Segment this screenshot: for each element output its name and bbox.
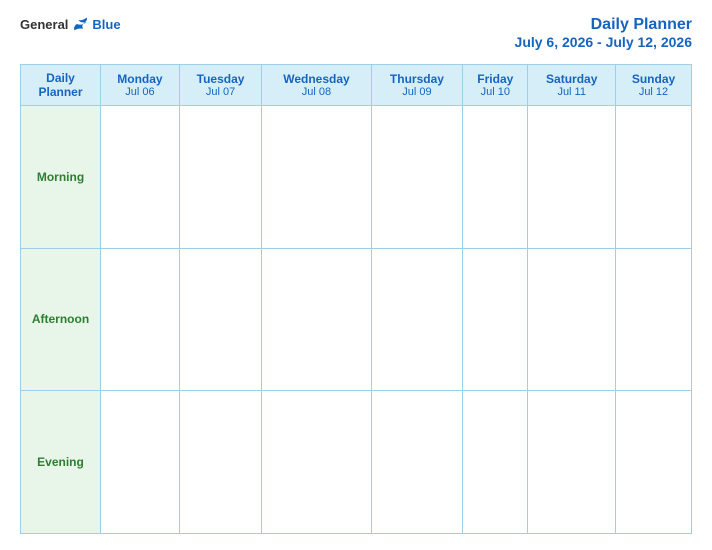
afternoon-tuesday[interactable] <box>179 248 261 391</box>
table-header-row: Daily Planner Monday Jul 06 Tuesday Jul … <box>21 65 692 106</box>
first-col-line2: Planner <box>25 85 96 99</box>
evening-label: Evening <box>21 391 101 534</box>
first-col-line1: Daily <box>25 71 96 85</box>
afternoon-label: Afternoon <box>21 248 101 391</box>
morning-sunday[interactable] <box>616 106 692 249</box>
table-header-first-col: Daily Planner <box>21 65 101 106</box>
table-row-evening: Evening <box>21 391 692 534</box>
evening-monday[interactable] <box>101 391 180 534</box>
evening-friday[interactable] <box>463 391 528 534</box>
col-header-sunday: Sunday Jul 12 <box>616 65 692 106</box>
logo-bird-icon <box>70 16 90 32</box>
logo: General Blue <box>20 16 121 32</box>
table-row-afternoon: Afternoon <box>21 248 692 391</box>
page-header: General Blue Daily Planner July 6, 2026 … <box>20 16 692 52</box>
morning-thursday[interactable] <box>371 106 462 249</box>
afternoon-saturday[interactable] <box>528 248 616 391</box>
evening-tuesday[interactable] <box>179 391 261 534</box>
afternoon-friday[interactable] <box>463 248 528 391</box>
evening-sunday[interactable] <box>616 391 692 534</box>
col-header-monday: Monday Jul 06 <box>101 65 180 106</box>
logo-blue-text: Blue <box>92 17 120 32</box>
date-range: July 6, 2026 - July 12, 2026 <box>515 34 692 50</box>
afternoon-thursday[interactable] <box>371 248 462 391</box>
morning-friday[interactable] <box>463 106 528 249</box>
afternoon-wednesday[interactable] <box>262 248 371 391</box>
col-header-tuesday: Tuesday Jul 07 <box>179 65 261 106</box>
afternoon-sunday[interactable] <box>616 248 692 391</box>
page-title: Daily Planner <box>591 16 692 33</box>
morning-wednesday[interactable] <box>262 106 371 249</box>
evening-saturday[interactable] <box>528 391 616 534</box>
planner-table: Daily Planner Monday Jul 06 Tuesday Jul … <box>20 64 692 534</box>
morning-label: Morning <box>21 106 101 249</box>
evening-thursday[interactable] <box>371 391 462 534</box>
col-header-thursday: Thursday Jul 09 <box>371 65 462 106</box>
col-header-saturday: Saturday Jul 11 <box>528 65 616 106</box>
title-area: Daily Planner July 6, 2026 - July 12, 20… <box>515 16 692 52</box>
col-header-friday: Friday Jul 10 <box>463 65 528 106</box>
table-row-morning: Morning <box>21 106 692 249</box>
morning-tuesday[interactable] <box>179 106 261 249</box>
morning-monday[interactable] <box>101 106 180 249</box>
evening-wednesday[interactable] <box>262 391 371 534</box>
col-header-wednesday: Wednesday Jul 08 <box>262 65 371 106</box>
logo-general-text: General <box>20 17 68 32</box>
afternoon-monday[interactable] <box>101 248 180 391</box>
morning-saturday[interactable] <box>528 106 616 249</box>
